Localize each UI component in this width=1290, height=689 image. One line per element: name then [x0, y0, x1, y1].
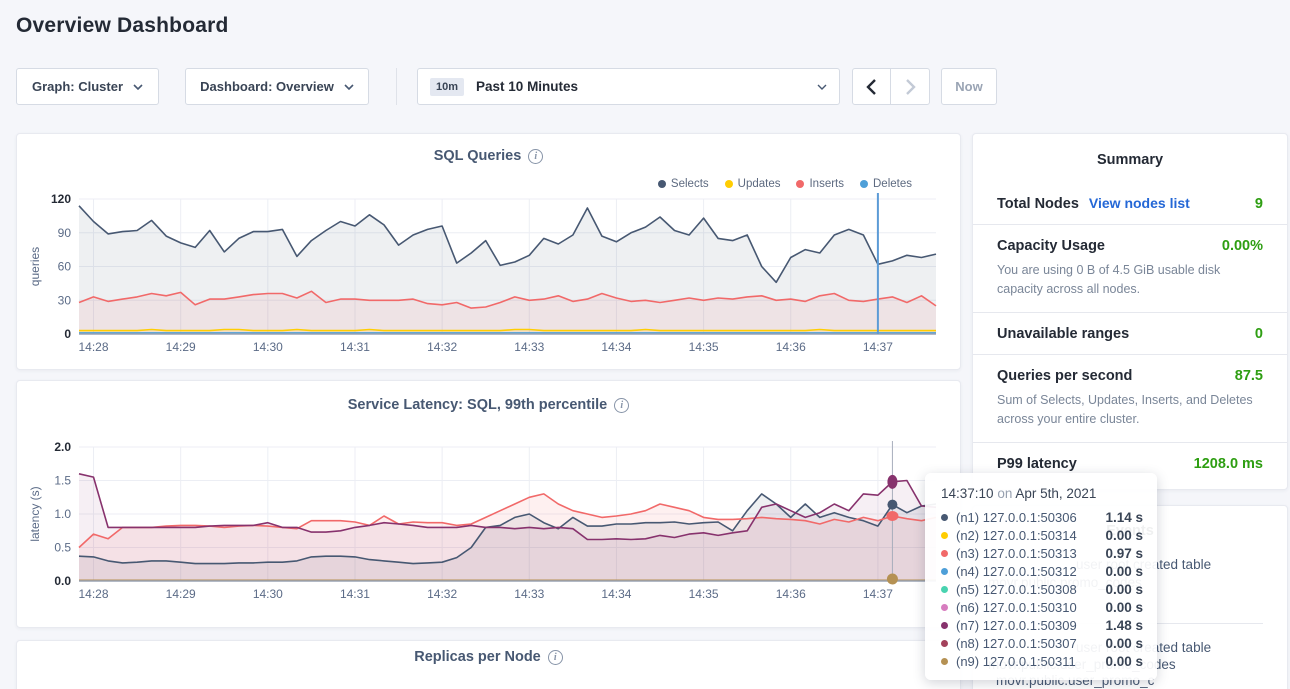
dashboard-select-dropdown[interactable]: Dashboard: Overview — [185, 68, 369, 105]
summary-row-unavailable: Unavailable ranges 0 — [973, 312, 1287, 354]
info-icon[interactable]: i — [528, 149, 543, 164]
svg-text:14:36: 14:36 — [776, 340, 806, 354]
svg-text:14:35: 14:35 — [689, 340, 719, 354]
node-color-dot — [941, 586, 948, 593]
tooltip-node-row: (n3) 127.0.0.1:503130.97 s — [941, 544, 1143, 562]
tooltip-node-row: (n7) 127.0.0.1:503091.48 s — [941, 617, 1143, 635]
node-color-dot — [941, 604, 948, 611]
svg-text:1.0: 1.0 — [54, 507, 71, 521]
tooltip-node-row: (n4) 127.0.0.1:503120.00 s — [941, 562, 1143, 580]
svg-text:14:33: 14:33 — [514, 587, 544, 601]
chevron-right-icon — [905, 79, 916, 95]
node-color-dot — [941, 568, 948, 575]
replicas-per-node-card: Replicas per Node i 60 — [16, 640, 961, 689]
tooltip-node-row: (n5) 127.0.0.1:503080.00 s — [941, 580, 1143, 598]
time-nav-group — [852, 68, 930, 105]
tooltip-timestamp: 14:37:10 on Apr 5th, 2021 — [941, 486, 1143, 501]
svg-text:0: 0 — [64, 327, 71, 341]
svg-text:14:34: 14:34 — [601, 587, 631, 601]
summary-row-capacity: Capacity Usage 0.00% You are using 0 B o… — [973, 224, 1287, 312]
svg-text:2.0: 2.0 — [54, 440, 71, 454]
svg-text:60: 60 — [58, 260, 72, 274]
sql-queries-title-row: SQL Queries i — [17, 148, 960, 164]
node-color-dot — [941, 514, 948, 521]
summary-panel: Summary Total Nodes View nodes list 9 Ca… — [972, 133, 1288, 490]
svg-text:14:32: 14:32 — [427, 340, 457, 354]
capacity-usage-desc: You are using 0 B of 4.5 GiB usable disk… — [997, 261, 1263, 300]
chevron-left-icon — [866, 79, 877, 95]
time-range-dropdown[interactable]: 10m Past 10 Minutes — [417, 68, 840, 105]
now-button[interactable]: Now — [941, 68, 997, 105]
dashboard-select-label: Dashboard: Overview — [200, 79, 334, 94]
svg-text:30: 30 — [58, 293, 72, 307]
svg-text:latency (s): latency (s) — [28, 486, 42, 541]
svg-text:14:28: 14:28 — [79, 587, 109, 601]
tooltip-node-row: (n1) 127.0.0.1:503061.14 s — [941, 508, 1143, 526]
svg-text:14:37: 14:37 — [863, 587, 893, 601]
prev-range-button[interactable] — [853, 69, 891, 104]
tooltip-node-row: (n6) 127.0.0.1:503100.00 s — [941, 598, 1143, 616]
service-latency-card: Service Latency: SQL, 99th percentile i … — [16, 380, 961, 628]
node-color-dot — [941, 550, 948, 557]
chart-title: Replicas per Node — [414, 649, 541, 665]
node-color-dot — [941, 640, 948, 647]
node-color-dot — [941, 622, 948, 629]
tooltip-node-row: (n8) 127.0.0.1:503070.00 s — [941, 635, 1143, 653]
summary-row-total-nodes: Total Nodes View nodes list 9 — [973, 182, 1287, 224]
svg-text:14:31: 14:31 — [340, 340, 370, 354]
svg-text:120: 120 — [51, 192, 71, 206]
svg-text:queries: queries — [28, 247, 42, 286]
time-range-label: Past 10 Minutes — [476, 79, 578, 94]
svg-text:14:28: 14:28 — [79, 340, 109, 354]
time-range-badge: 10m — [430, 78, 464, 96]
node-color-dot — [941, 532, 948, 539]
graph-select-dropdown[interactable]: Graph: Cluster — [16, 68, 159, 105]
view-nodes-list-link[interactable]: View nodes list — [1089, 195, 1190, 211]
svg-text:14:35: 14:35 — [689, 587, 719, 601]
summary-row-qps: Queries per second 87.5 Sum of Selects, … — [973, 354, 1287, 442]
svg-text:0.0: 0.0 — [54, 574, 71, 588]
next-range-button[interactable] — [891, 69, 929, 104]
unavailable-ranges-value: 0 — [1255, 326, 1263, 342]
svg-text:14:30: 14:30 — [253, 340, 283, 354]
sql-queries-card: SQL Queries i Selects Updates Inserts De… — [16, 133, 961, 370]
node-color-dot — [941, 658, 948, 665]
chart-title: SQL Queries — [434, 148, 522, 164]
chart-title: Service Latency: SQL, 99th percentile — [348, 397, 608, 413]
chevron-down-icon — [344, 84, 354, 90]
total-nodes-value: 9 — [1255, 196, 1263, 212]
svg-text:90: 90 — [58, 226, 72, 240]
svg-text:14:36: 14:36 — [776, 587, 806, 601]
info-icon[interactable]: i — [548, 650, 563, 665]
chart-hover-tooltip: 14:37:10 on Apr 5th, 2021 (n1) 127.0.0.1… — [925, 473, 1157, 680]
tooltip-node-row: (n9) 127.0.0.1:503110.00 s — [941, 653, 1143, 671]
svg-text:0.5: 0.5 — [54, 541, 71, 555]
svg-text:14:37: 14:37 — [863, 340, 893, 354]
replicas-title-row: Replicas per Node i — [17, 649, 960, 665]
qps-value: 87.5 — [1235, 368, 1263, 384]
service-latency-chart[interactable]: 0.0 0.5 1.0 1.5 2.0 14:28 14:29 14:30 14:31 14:32… — [17, 421, 962, 616]
p99-latency-value: 1208.0 ms — [1194, 456, 1263, 472]
svg-text:1.5: 1.5 — [54, 474, 71, 488]
page-title: Overview Dashboard — [16, 14, 229, 38]
service-latency-title-row: Service Latency: SQL, 99th percentile i — [17, 397, 960, 413]
svg-text:14:30: 14:30 — [253, 587, 283, 601]
capacity-usage-value: 0.00% — [1222, 238, 1263, 254]
info-icon[interactable]: i — [614, 398, 629, 413]
svg-text:14:29: 14:29 — [166, 587, 196, 601]
svg-text:14:31: 14:31 — [340, 587, 370, 601]
tooltip-node-row: (n2) 127.0.0.1:503140.00 s — [941, 526, 1143, 544]
svg-text:14:32: 14:32 — [427, 587, 457, 601]
qps-desc: Sum of Selects, Updates, Inserts, and De… — [997, 391, 1263, 430]
toolbar-divider — [396, 68, 397, 105]
chevron-down-icon — [817, 84, 827, 90]
svg-text:14:34: 14:34 — [601, 340, 631, 354]
sql-queries-chart[interactable]: 0 30 60 90 120 14:28 14:29 14:30 14:31 14:32 14:33… — [17, 174, 962, 369]
summary-title: Summary — [973, 134, 1287, 168]
chevron-down-icon — [133, 84, 143, 90]
graph-select-label: Graph: Cluster — [32, 79, 123, 94]
svg-text:14:33: 14:33 — [514, 340, 544, 354]
svg-text:14:29: 14:29 — [166, 340, 196, 354]
